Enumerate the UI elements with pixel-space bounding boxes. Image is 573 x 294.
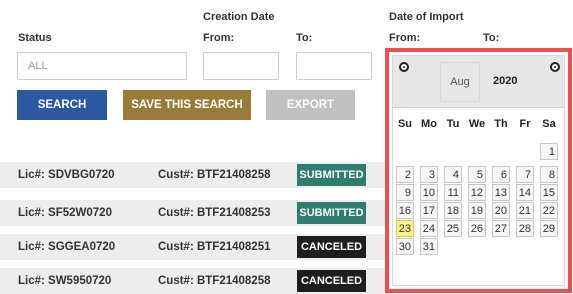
table-row[interactable]: Lic#: SGGEA0720 Cust#: BTF21408251 CANCE… xyxy=(0,234,385,260)
save-search-button[interactable]: SAVE THIS SEARCH xyxy=(123,90,251,120)
calendar-day[interactable]: 25 xyxy=(444,220,462,237)
license-number: Lic#: SW5950720 xyxy=(18,275,112,287)
calendar-day[interactable]: 8 xyxy=(540,166,558,183)
calendar-day[interactable]: 5 xyxy=(468,166,486,183)
calendar-day[interactable]: 18 xyxy=(444,202,462,219)
license-number: Lic#: SF52W0720 xyxy=(18,207,112,219)
weekday-header: Th xyxy=(494,118,508,130)
calendar-day[interactable]: 20 xyxy=(492,202,510,219)
table-row[interactable]: Lic#: SW5950720 Cust#: BTF21408258 CANCE… xyxy=(0,268,385,294)
calendar-day[interactable]: 9 xyxy=(396,184,414,201)
weekday-header: Fr xyxy=(519,118,531,130)
weekday-header: We xyxy=(468,118,486,130)
creation-to-label: To: xyxy=(296,32,313,44)
status-label: Status xyxy=(18,32,52,44)
calendar-day[interactable]: 30 xyxy=(396,238,414,255)
search-button[interactable]: SEARCH xyxy=(17,90,107,120)
creation-from-input[interactable] xyxy=(203,52,279,80)
calendar-day[interactable]: 6 xyxy=(492,166,510,183)
status-select[interactable]: ALL xyxy=(17,52,187,80)
calendar-day[interactable]: 13 xyxy=(492,184,510,201)
calendar-day[interactable]: 12 xyxy=(468,184,486,201)
import-from-label: From: xyxy=(389,32,421,44)
datepicker: Aug 2020 Su Mo Tu We Th Fr Sa 1 2 3 4 5 6 7 8 9 10 11 12 13… xyxy=(392,55,565,286)
next-month-icon[interactable] xyxy=(550,62,560,72)
export-button[interactable]: EXPORT xyxy=(266,90,355,120)
calendar-day[interactable]: 26 xyxy=(468,220,486,237)
weekday-header: Su xyxy=(397,118,413,130)
calendar-day[interactable]: 21 xyxy=(516,202,534,219)
calendar-day[interactable]: 28 xyxy=(516,220,534,237)
year-label: 2020 xyxy=(493,75,518,87)
calendar-day[interactable]: 17 xyxy=(420,202,438,219)
datepicker-header: Aug 2020 xyxy=(393,56,564,108)
status-badge: CANCELED xyxy=(297,270,366,292)
table-row[interactable]: Lic#: SF52W0720 Cust#: BTF21408253 SUBMI… xyxy=(0,200,385,226)
calendar-day[interactable]: 1 xyxy=(540,143,558,160)
creation-from-label: From: xyxy=(203,32,235,44)
month-select[interactable]: Aug xyxy=(440,62,480,102)
calendar-day[interactable]: 22 xyxy=(540,202,558,219)
weekday-header: Tu xyxy=(446,118,460,130)
customer-number: Cust#: BTF21408258 xyxy=(158,169,271,181)
calendar-day[interactable]: 31 xyxy=(420,238,438,255)
import-date-label: Date of Import xyxy=(389,11,464,23)
status-badge: CANCELED xyxy=(297,236,366,258)
calendar-day-today[interactable]: 23 xyxy=(396,220,414,237)
customer-number: Cust#: BTF21408251 xyxy=(158,241,271,253)
calendar-day[interactable]: 19 xyxy=(468,202,486,219)
calendar-day[interactable]: 14 xyxy=(516,184,534,201)
calendar-day[interactable]: 15 xyxy=(540,184,558,201)
calendar-day[interactable]: 16 xyxy=(396,202,414,219)
creation-date-label: Creation Date xyxy=(203,11,275,23)
customer-number: Cust#: BTF21408258 xyxy=(158,275,271,287)
table-row[interactable]: Lic#: SDVBG0720 Cust#: BTF21408258 SUBMI… xyxy=(0,162,385,188)
license-number: Lic#: SGGEA0720 xyxy=(18,241,116,253)
status-badge: SUBMITTED xyxy=(297,164,366,186)
calendar-day[interactable]: 7 xyxy=(516,166,534,183)
calendar-day[interactable]: 2 xyxy=(396,166,414,183)
calendar-day[interactable]: 27 xyxy=(492,220,510,237)
calendar-day[interactable]: 4 xyxy=(444,166,462,183)
import-to-label: To: xyxy=(483,32,500,44)
calendar-day[interactable]: 10 xyxy=(420,184,438,201)
calendar-day[interactable]: 29 xyxy=(540,220,558,237)
calendar-day[interactable]: 24 xyxy=(420,220,438,237)
license-number: Lic#: SDVBG0720 xyxy=(18,169,115,181)
creation-to-input[interactable] xyxy=(296,52,372,80)
datepicker-highlight-frame: Aug 2020 Su Mo Tu We Th Fr Sa 1 2 3 4 5 6 7 8 9 10 11 12 13… xyxy=(385,48,572,293)
status-badge: SUBMITTED xyxy=(297,202,366,224)
calendar-day[interactable]: 3 xyxy=(420,166,438,183)
calendar-day[interactable]: 11 xyxy=(444,184,462,201)
customer-number: Cust#: BTF21408253 xyxy=(158,207,271,219)
prev-month-icon[interactable] xyxy=(399,62,409,72)
weekday-header: Mo xyxy=(421,118,437,130)
status-select-value: ALL xyxy=(28,60,48,72)
weekday-header: Sa xyxy=(542,118,556,130)
